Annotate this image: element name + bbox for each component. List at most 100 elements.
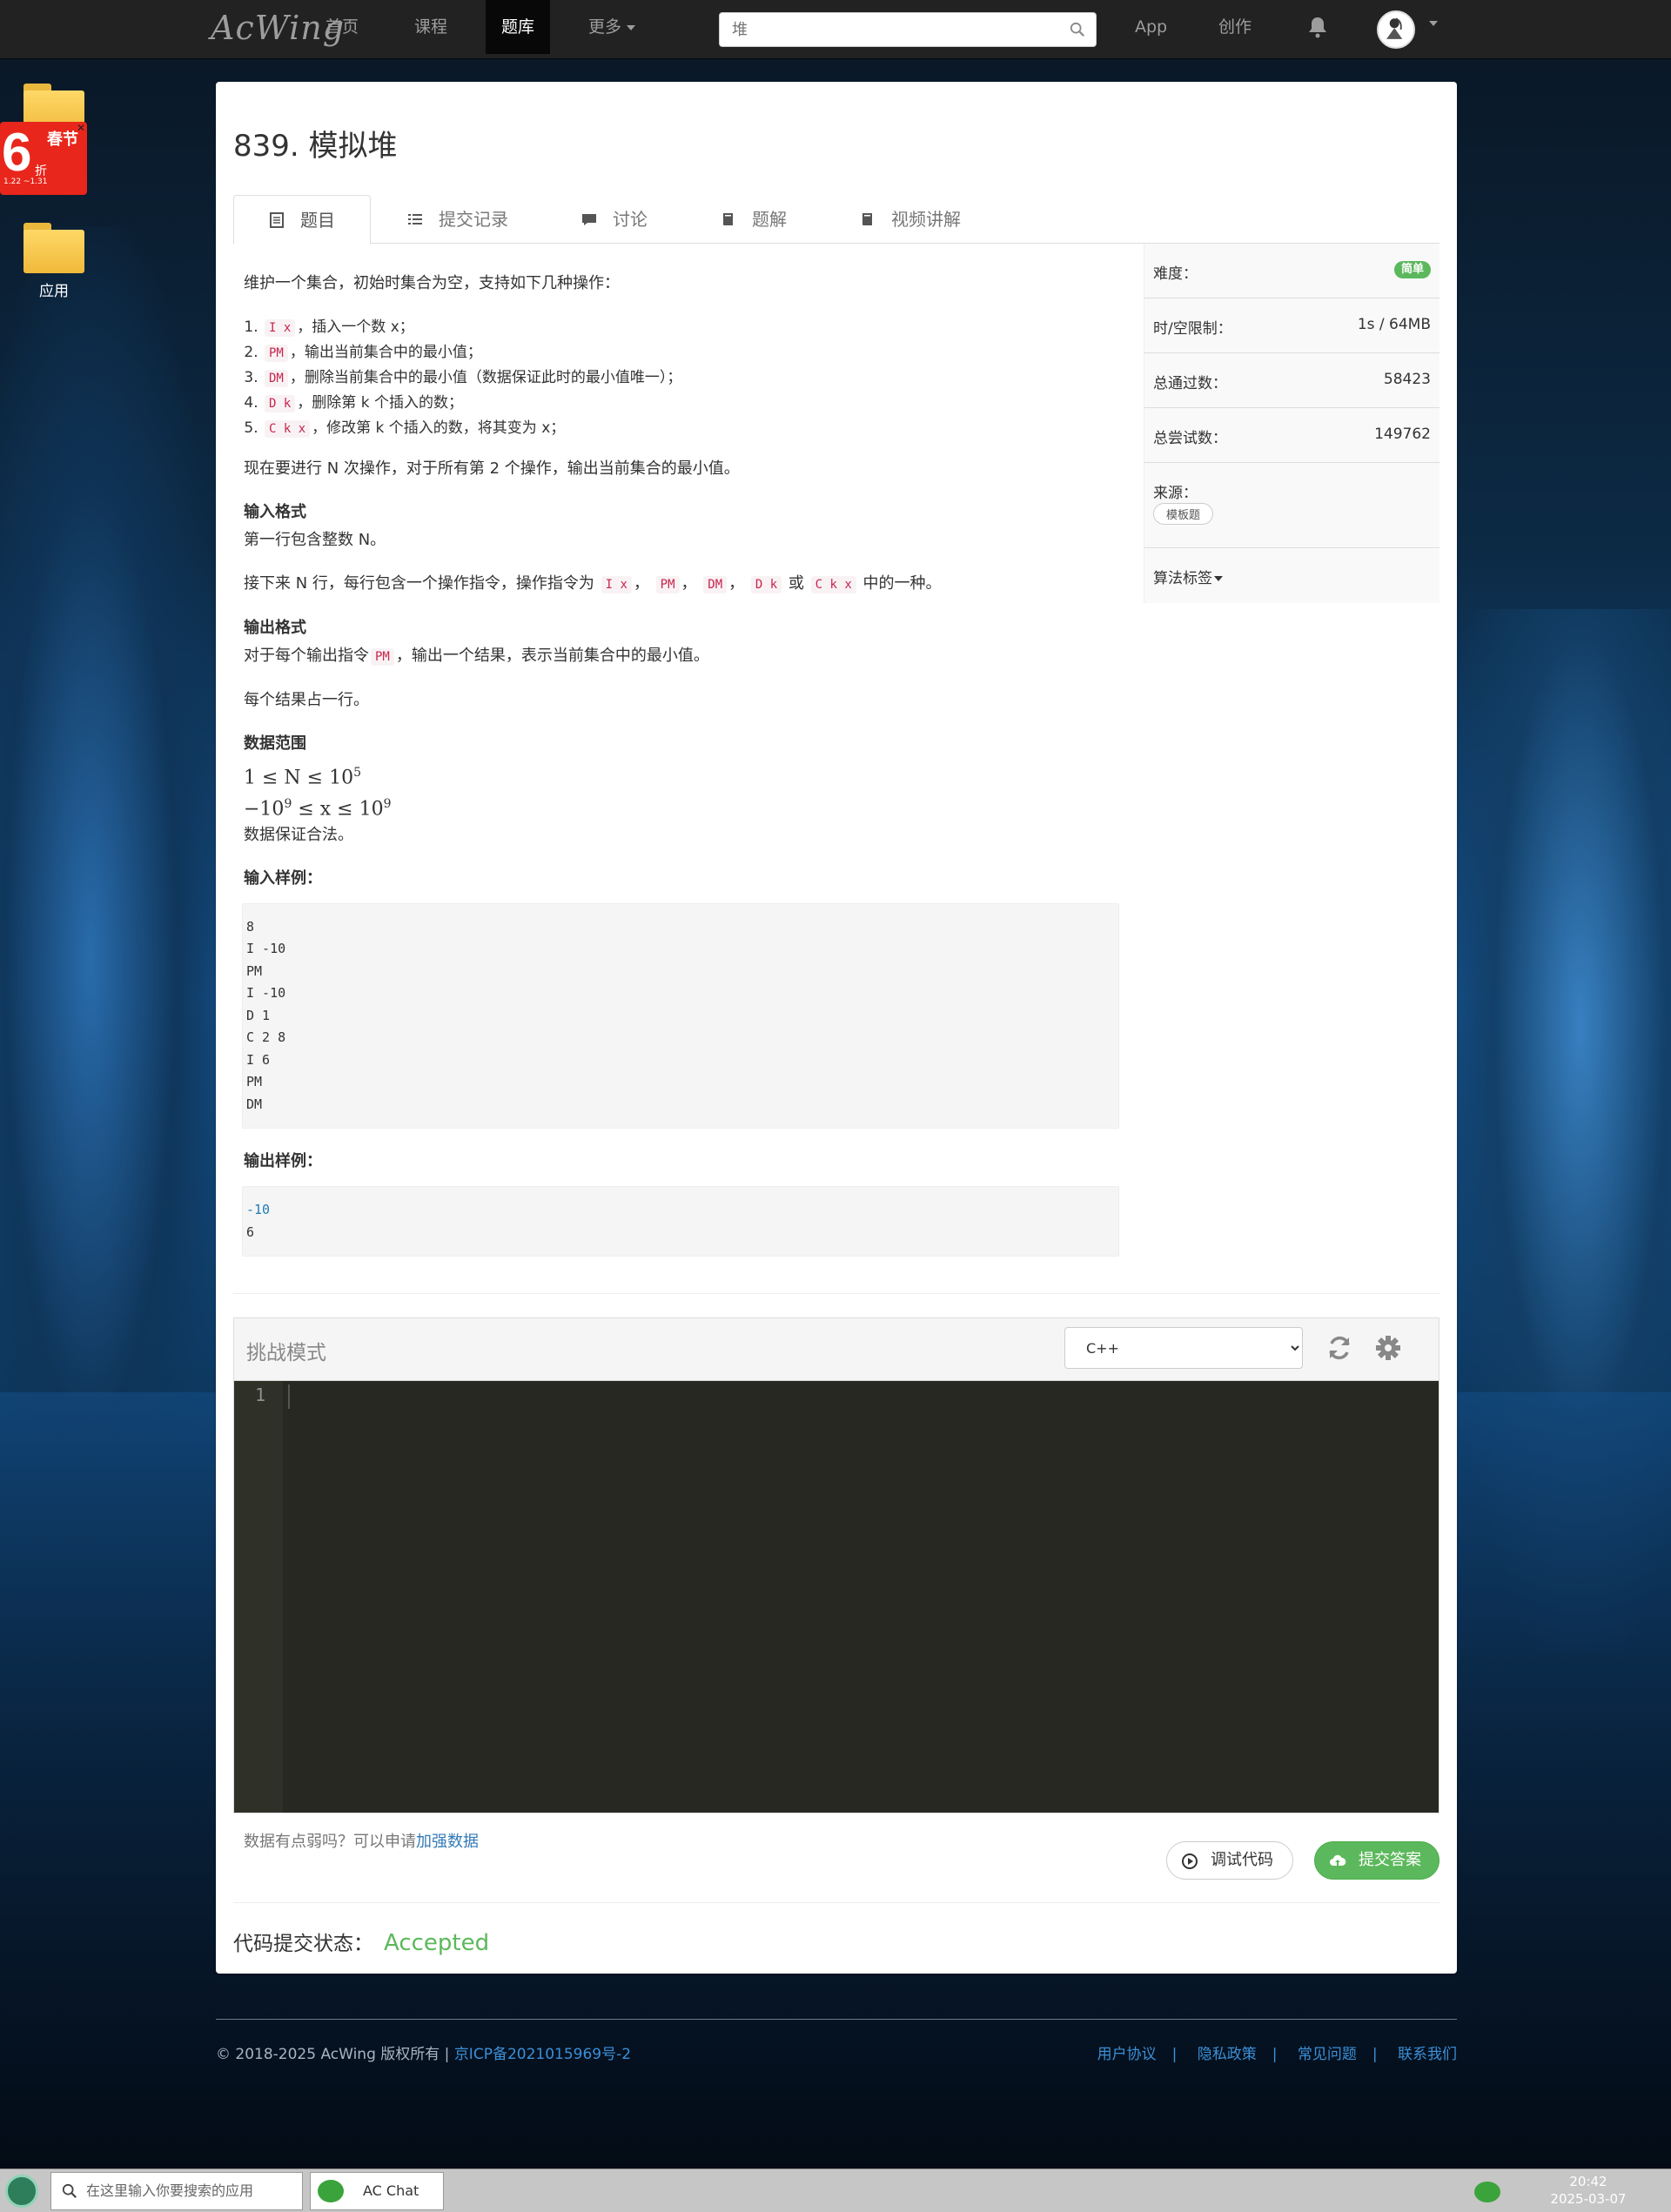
promo-badge[interactable]: 6 春节 折 1.22 ~1.31 ✕: [0, 122, 87, 195]
tried-value: 149762: [1374, 426, 1431, 443]
tab-discussion-label: 讨论: [613, 209, 648, 230]
sample-output-heading: 输出样例：: [244, 1152, 322, 1171]
list-icon: [408, 214, 422, 225]
tab-submissions[interactable]: 提交记录: [372, 195, 543, 245]
info-algo-tags[interactable]: 算法标签: [1144, 548, 1439, 603]
nav-problems[interactable]: 题库: [486, 0, 551, 54]
sample-output-block: -10 6: [242, 1186, 1119, 1257]
avatar[interactable]: [1377, 10, 1415, 49]
nav-more-label: 更多: [588, 17, 622, 37]
info-passed: 总通过数： 58423: [1144, 353, 1439, 408]
sample-line: -10: [246, 1202, 271, 1218]
tab-problem[interactable]: 题目: [233, 195, 371, 245]
search-box[interactable]: [719, 12, 1097, 47]
sample-line: I -10: [246, 985, 286, 1002]
taskbar-app-ac-chat[interactable]: AC Chat: [310, 2172, 444, 2210]
range-note: 数据保证合法。: [244, 825, 353, 844]
language-select[interactable]: C++: [1064, 1327, 1303, 1369]
desktop-app-folder[interactable]: 应用: [19, 223, 89, 300]
problem-intro: 维护一个集合，初始时集合为空，支持如下几种操作：: [244, 274, 620, 292]
sample-line: D 1: [246, 1007, 271, 1023]
tab-video-label: 视频讲解: [891, 209, 961, 230]
footer-link-terms[interactable]: 用户协议: [1097, 2046, 1157, 2063]
sample-line: 6: [246, 1223, 255, 1240]
algo-tags-toggle[interactable]: 算法标签: [1153, 566, 1223, 587]
tab-video[interactable]: 视频讲解: [825, 195, 996, 245]
range-heading: 数据范围: [244, 734, 306, 753]
nav-more[interactable]: 更多: [573, 0, 651, 54]
limit-value: 1s / 64MB: [1357, 316, 1431, 333]
tab-solutions-label: 题解: [752, 209, 787, 230]
close-icon[interactable]: ✕: [77, 122, 85, 134]
top-navbar: AcWing 首页 课程 题库 更多 App 创作: [0, 0, 1671, 59]
search-input[interactable]: [720, 13, 1050, 46]
limit-label: 时/空限制：: [1153, 320, 1232, 338]
weak-data-text: 数据有点弱吗？可以申请: [244, 1833, 416, 1851]
gear-icon[interactable]: [1374, 1334, 1402, 1362]
tab-solutions[interactable]: 题解: [686, 195, 822, 245]
refresh-icon[interactable]: [1325, 1334, 1353, 1362]
promo-number: 6: [2, 123, 32, 183]
source-tag[interactable]: 模板题: [1153, 503, 1214, 525]
user-avatar-icon: [1386, 17, 1403, 39]
footer-separator: |: [1372, 2046, 1378, 2063]
passed-label: 总通过数：: [1153, 375, 1227, 392]
challenge-mode-label: 挑战模式: [246, 1342, 326, 1364]
taskbar-clock[interactable]: 20:42 2025-03-07: [1540, 2173, 1636, 2208]
difficulty-badge: 简单: [1393, 261, 1431, 278]
nav-courses[interactable]: 课程: [399, 0, 463, 54]
strengthen-data-link[interactable]: 加强数据: [416, 1833, 479, 1851]
line-gutter: 1: [234, 1381, 283, 1813]
nav-home[interactable]: 首页: [310, 0, 374, 54]
sample-line: C 2 8: [246, 1029, 286, 1046]
nav-app[interactable]: App: [1119, 0, 1183, 54]
submit-answer-button[interactable]: 提交答案: [1314, 1841, 1439, 1880]
icp-link[interactable]: 京ICP备2021015969号-2: [454, 2046, 631, 2063]
op-text: ，修改第 k 个插入的数，将其变为 x；: [312, 419, 566, 437]
line-number: 1: [254, 1384, 265, 1405]
output-line-1-b: ，输出一个结果，表示当前集合中的最小值。: [395, 647, 709, 665]
algo-tags-label: 算法标签: [1153, 570, 1212, 587]
bell-icon[interactable]: [1307, 16, 1328, 38]
footer-copyright: © 2018-2025 AcWing 版权所有 | 京ICP备202101596…: [216, 2041, 631, 2063]
op-code: PM: [371, 648, 394, 666]
cloud-upload-icon: [1330, 1854, 1346, 1866]
folder-icon: [22, 223, 86, 273]
op-code: D k: [750, 576, 782, 593]
footer-link-privacy[interactable]: 隐私政策: [1198, 2046, 1257, 2063]
op-code: DM: [265, 370, 288, 387]
submission-status: 代码提交状态： Accepted: [233, 1927, 489, 1956]
tab-discussion[interactable]: 讨论: [547, 195, 682, 245]
op-code: DM: [703, 576, 728, 593]
op-code: C k x: [810, 576, 856, 593]
promo-discount: 折: [35, 164, 47, 178]
passed-value: 58423: [1383, 371, 1431, 388]
footer-link-faq[interactable]: 常见问题: [1298, 2046, 1357, 2063]
op-code: I x: [601, 576, 632, 593]
range-line-1: 1 ≤ N ≤ 105: [244, 760, 1114, 791]
tray-chat-icon[interactable]: [1474, 2182, 1500, 2202]
desktop-app-label: 应用: [39, 283, 69, 300]
copyright-text: © 2018-2025 AcWing 版权所有 |: [216, 2046, 454, 2063]
code-editor[interactable]: 1: [233, 1380, 1439, 1813]
problem-info-panel: 难度： 简单 时/空限制： 1s / 64MB 总通过数： 58423 总尝试数…: [1144, 244, 1439, 603]
debug-code-button[interactable]: 调试代码: [1166, 1841, 1293, 1880]
input-or: 或: [788, 574, 804, 593]
nav-create[interactable]: 创作: [1203, 0, 1267, 54]
search-icon[interactable]: [1070, 22, 1085, 37]
range-2-b: ≤ x ≤ 10: [292, 798, 384, 821]
play-circle-icon: [1182, 1853, 1198, 1869]
chevron-down-icon[interactable]: [1429, 21, 1438, 26]
start-menu-icon[interactable]: [5, 2175, 38, 2208]
search-icon: [62, 2183, 77, 2198]
book-icon: [862, 213, 872, 225]
chat-icon: [318, 2180, 344, 2202]
tab-problem-label: 题目: [300, 210, 335, 231]
list-item: I x，插入一个数 x；: [263, 315, 1114, 340]
input-format-heading: 输入格式: [244, 503, 306, 521]
taskbar-search[interactable]: 在这里输入你要搜索的应用: [50, 2172, 303, 2210]
chevron-down-icon: [627, 24, 636, 30]
sample-line: I 6: [246, 1051, 271, 1068]
footer-link-contact[interactable]: 联系我们: [1398, 2046, 1457, 2063]
range-2-exp-2: 9: [383, 797, 392, 812]
